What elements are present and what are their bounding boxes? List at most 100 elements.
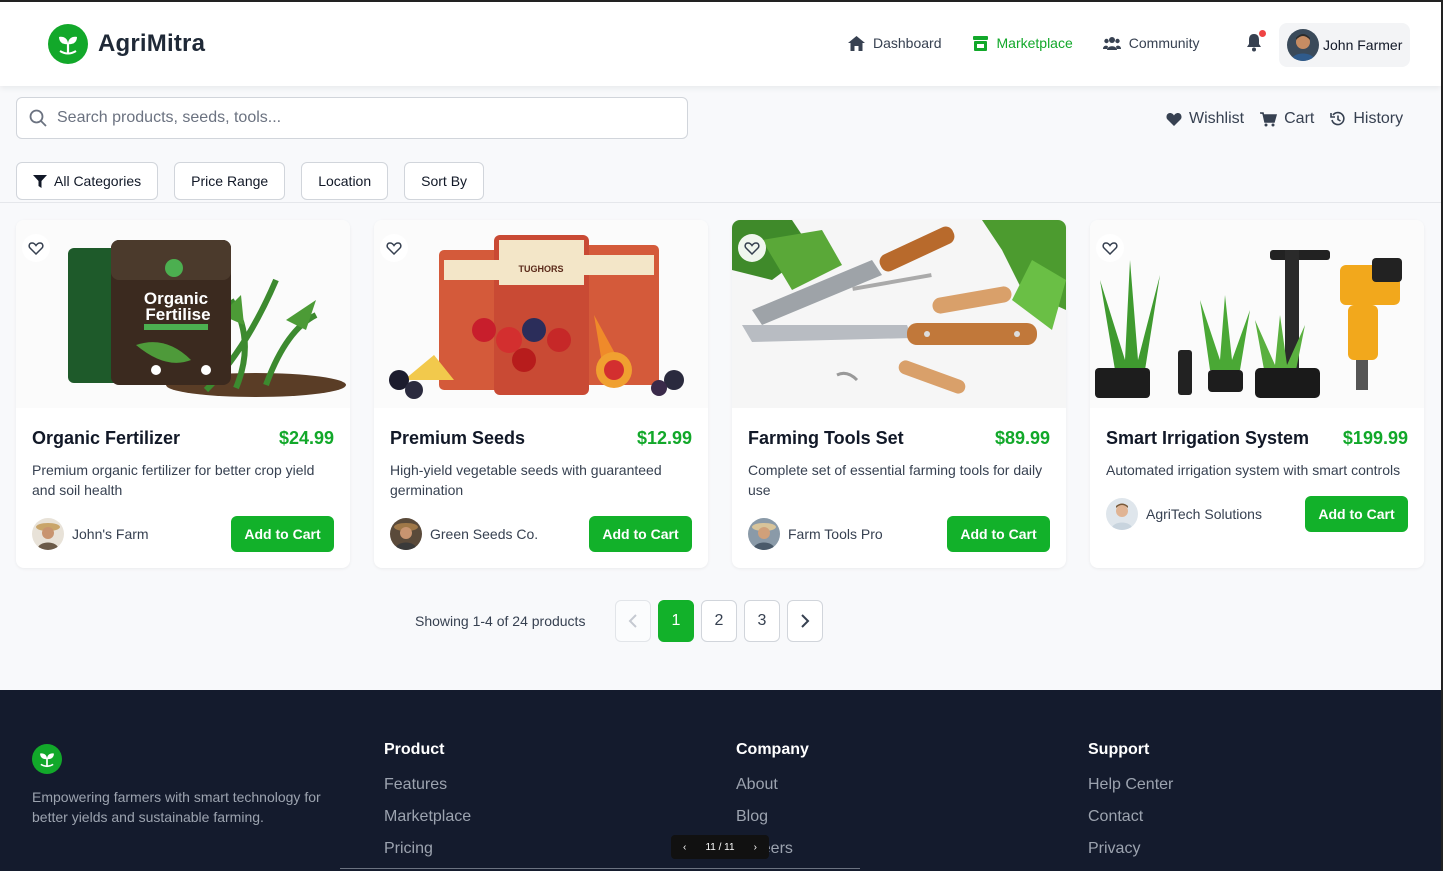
heart-icon bbox=[1166, 113, 1182, 126]
seller-avatar bbox=[748, 518, 780, 550]
packet-label: TUGHORS bbox=[519, 264, 564, 274]
seller-info[interactable]: Farm Tools Pro bbox=[748, 518, 883, 550]
footer-tagline: Empowering farmers with smart technology… bbox=[32, 789, 321, 825]
product-name: Premium Seeds bbox=[390, 428, 526, 448]
user-name: John Farmer bbox=[1323, 37, 1403, 53]
next-page-button[interactable] bbox=[787, 600, 823, 642]
seller-name: Green Seeds Co. bbox=[430, 526, 539, 542]
footer-column-title: Product bbox=[384, 741, 445, 758]
user-avatar bbox=[1287, 29, 1319, 61]
page-1-button[interactable]: 1 bbox=[658, 600, 694, 642]
add-to-cart-button[interactable]: Add to Cart bbox=[231, 516, 334, 552]
product-description: Automated irrigation system with smart c… bbox=[1106, 462, 1401, 478]
location-filter[interactable]: Location bbox=[301, 162, 389, 200]
product-description: Complete set of essential farming tools … bbox=[748, 462, 1043, 498]
footer-link-marketplace[interactable]: Marketplace bbox=[384, 808, 471, 840]
footer-link-pricing[interactable]: Pricing bbox=[384, 840, 471, 871]
all-categories-filter[interactable]: All Categories bbox=[16, 162, 159, 200]
product-name: Organic Fertilizer bbox=[32, 428, 181, 448]
footer-link-about[interactable]: About bbox=[736, 776, 809, 808]
bell-icon bbox=[1247, 34, 1261, 52]
seller-avatar bbox=[32, 518, 64, 550]
seller-name: John's Farm bbox=[72, 526, 149, 542]
users-icon bbox=[1102, 37, 1121, 50]
sort-by-filter[interactable]: Sort By bbox=[404, 162, 485, 200]
favorite-button[interactable] bbox=[380, 234, 408, 262]
quick-links: Wishlist Cart History bbox=[1166, 110, 1419, 128]
add-to-cart-button[interactable]: Add to Cart bbox=[1305, 496, 1408, 532]
nav-marketplace[interactable]: Marketplace bbox=[972, 35, 1073, 51]
price-range-label: Price Range bbox=[191, 173, 269, 189]
cart-link[interactable]: Cart bbox=[1260, 110, 1314, 128]
seller-info[interactable]: John's Farm bbox=[32, 518, 149, 550]
footer-column-title: Company bbox=[736, 741, 809, 758]
notification-dot bbox=[1259, 30, 1266, 37]
product-card[interactable]: TUGHORS Premium Seeds $12.99 High-yield … bbox=[374, 220, 708, 568]
slide-navigator: ‹ 11 / 11 › bbox=[671, 835, 769, 859]
favorite-button[interactable] bbox=[1096, 234, 1124, 262]
notifications-button[interactable] bbox=[1246, 30, 1266, 57]
price-range-filter[interactable]: Price Range bbox=[174, 162, 286, 200]
seller-name: Farm Tools Pro bbox=[788, 526, 883, 542]
page-3-button[interactable]: 3 bbox=[744, 600, 780, 642]
brand-name: AgriMitra bbox=[98, 30, 206, 57]
product-card[interactable]: Organic Fertilise Organic Fertilizer $24… bbox=[16, 220, 350, 568]
main-nav: Dashboard Marketplace Community bbox=[848, 35, 1230, 51]
scrollbar-track[interactable] bbox=[340, 868, 860, 869]
filter-divider bbox=[0, 202, 1441, 203]
sprout-logo-icon bbox=[48, 24, 88, 64]
history-icon bbox=[1330, 111, 1345, 126]
footer-column-support: Support Help Center Contact Privacy bbox=[1088, 741, 1173, 871]
search-bar[interactable] bbox=[16, 97, 688, 139]
footer-column-product: Product Features Marketplace Pricing bbox=[384, 741, 471, 871]
bag-label-fertilise: Fertilise bbox=[145, 305, 210, 324]
nav-marketplace-label: Marketplace bbox=[996, 35, 1073, 51]
heart-outline-icon bbox=[744, 242, 760, 255]
wishlist-link[interactable]: Wishlist bbox=[1166, 110, 1244, 128]
footer-column-title: Support bbox=[1088, 741, 1150, 758]
footer-link-contact[interactable]: Contact bbox=[1088, 808, 1173, 840]
wishlist-label: Wishlist bbox=[1189, 110, 1245, 127]
product-price: $12.99 bbox=[636, 428, 692, 448]
seller-name: AgriTech Solutions bbox=[1146, 506, 1262, 522]
add-to-cart-button[interactable]: Add to Cart bbox=[589, 516, 692, 552]
product-price: $24.99 bbox=[278, 428, 334, 448]
sort-by-label: Sort By bbox=[421, 173, 468, 189]
prev-page-button[interactable] bbox=[615, 600, 651, 642]
product-image-irrigation bbox=[1090, 220, 1424, 408]
nav-dashboard-label: Dashboard bbox=[873, 35, 942, 51]
cart-label: Cart bbox=[1284, 110, 1315, 127]
search-input[interactable] bbox=[57, 109, 657, 127]
home-icon bbox=[848, 35, 865, 51]
history-label: History bbox=[1353, 110, 1404, 127]
user-menu[interactable]: John Farmer bbox=[1279, 23, 1410, 67]
search-icon bbox=[29, 109, 47, 127]
seller-info[interactable]: Green Seeds Co. bbox=[390, 518, 538, 550]
favorite-button[interactable] bbox=[738, 234, 766, 262]
seller-avatar bbox=[390, 518, 422, 550]
add-to-cart-button[interactable]: Add to Cart bbox=[947, 516, 1050, 552]
cart-icon bbox=[1260, 111, 1278, 126]
filter-icon bbox=[33, 174, 47, 188]
page-2-button[interactable]: 2 bbox=[701, 600, 737, 642]
slide-prev-button[interactable]: ‹ bbox=[683, 842, 686, 853]
product-card[interactable]: Smart Irrigation System $199.99 Automate… bbox=[1090, 220, 1424, 568]
product-card[interactable]: Farming Tools Set $89.99 Complete set of… bbox=[732, 220, 1066, 568]
favorite-button[interactable] bbox=[22, 234, 50, 262]
product-description: Premium organic fertilizer for better cr… bbox=[32, 462, 315, 498]
nav-community[interactable]: Community bbox=[1102, 35, 1200, 51]
slide-next-button[interactable]: › bbox=[754, 842, 757, 853]
results-count: Showing 1-4 of 24 products bbox=[415, 613, 586, 629]
footer-link-privacy[interactable]: Privacy bbox=[1088, 840, 1173, 871]
chevron-left-icon bbox=[628, 614, 637, 628]
footer-link-features[interactable]: Features bbox=[384, 776, 471, 808]
store-icon bbox=[972, 35, 988, 51]
history-link[interactable]: History bbox=[1330, 110, 1403, 128]
brand-logo[interactable]: AgriMitra bbox=[48, 24, 205, 64]
seller-info[interactable]: AgriTech Solutions bbox=[1106, 498, 1262, 530]
filter-bar: All Categories Price Range Location Sort… bbox=[16, 162, 500, 200]
footer-logo-icon bbox=[32, 744, 62, 774]
footer-link-help-center[interactable]: Help Center bbox=[1088, 776, 1173, 808]
heart-outline-icon bbox=[28, 242, 44, 255]
nav-dashboard[interactable]: Dashboard bbox=[848, 35, 942, 51]
